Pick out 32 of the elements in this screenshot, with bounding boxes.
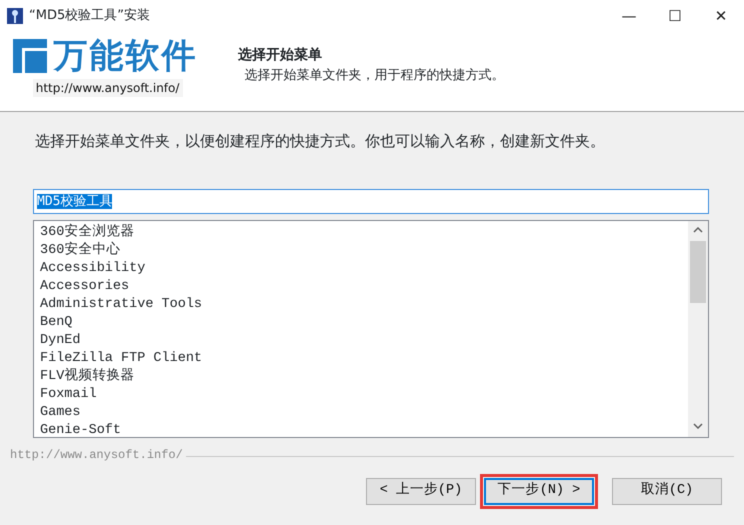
folder-item[interactable]: 360安全中心 <box>34 242 688 260</box>
folder-item[interactable]: DynEd <box>34 332 688 350</box>
folder-item[interactable]: FLV视频转换器 <box>34 368 688 386</box>
logo-text: 万能软件 <box>54 38 198 72</box>
folder-item[interactable]: Foxmail <box>34 386 688 404</box>
scrollbar[interactable] <box>688 221 708 437</box>
folder-item[interactable]: BenQ <box>34 314 688 332</box>
page-subtitle: 选择开始菜单文件夹，用于程序的快捷方式。 <box>244 67 504 85</box>
instructions: 选择开始菜单文件夹，以便创建程序的快捷方式。你也可以输入名称，创建新文件夹。 <box>34 134 606 152</box>
folder-item[interactable]: Games <box>34 404 688 422</box>
wizard-button[interactable]: 下一步(N) > <box>484 478 594 505</box>
page-title: 选择开始菜单 <box>238 46 323 65</box>
scroll-down-icon[interactable] <box>693 423 703 430</box>
scroll-up-icon[interactable] <box>693 227 703 234</box>
brand-url: http://www.anysoft.info/ <box>10 447 183 464</box>
folder-item[interactable]: Administrative Tools <box>34 296 688 314</box>
folder-item[interactable]: Genie-Soft <box>34 422 688 440</box>
folder-item[interactable]: Accessories <box>34 278 688 296</box>
scroll-thumb[interactable] <box>690 241 706 303</box>
installer-icon <box>6 8 22 24</box>
folder-item[interactable]: FileZilla FTP Client <box>34 350 688 368</box>
logo-icon <box>13 38 47 72</box>
wizard-button[interactable]: < 上一步(P) <box>366 478 476 505</box>
close-button[interactable]: ✕ <box>698 4 744 28</box>
wizard-button[interactable]: 取消(C) <box>612 478 722 505</box>
maximize-button[interactable]: ☐ <box>652 4 698 28</box>
minimize-button[interactable]: — <box>606 4 652 28</box>
folder-item[interactable]: Accessibility <box>34 260 688 278</box>
input-field[interactable]: MD5校验工具 <box>33 188 709 214</box>
window-title: “MD5校验工具”安装 <box>29 7 150 26</box>
logo-url: http://www.anysoft.info/ <box>32 79 183 97</box>
folder-item[interactable]: 360安全浏览器 <box>34 224 688 242</box>
